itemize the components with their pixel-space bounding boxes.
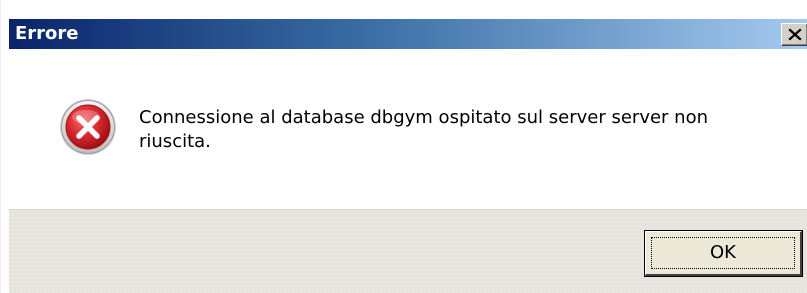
ok-button[interactable]: OK [645,231,802,276]
dialog-title: Errore [15,23,79,44]
ok-button-label: OK [710,242,736,263]
error-icon [59,98,117,156]
close-button[interactable] [781,23,807,46]
error-dialog: Errore Connessione al database dbgym osp… [0,0,807,293]
title-bar[interactable]: Errore [9,19,807,49]
error-message: Connessione al database dbgym ospitato s… [139,107,708,152]
dialog-content: Connessione al database dbgym ospitato s… [9,49,807,209]
dialog-footer: OK [9,209,807,293]
close-icon [787,28,802,41]
